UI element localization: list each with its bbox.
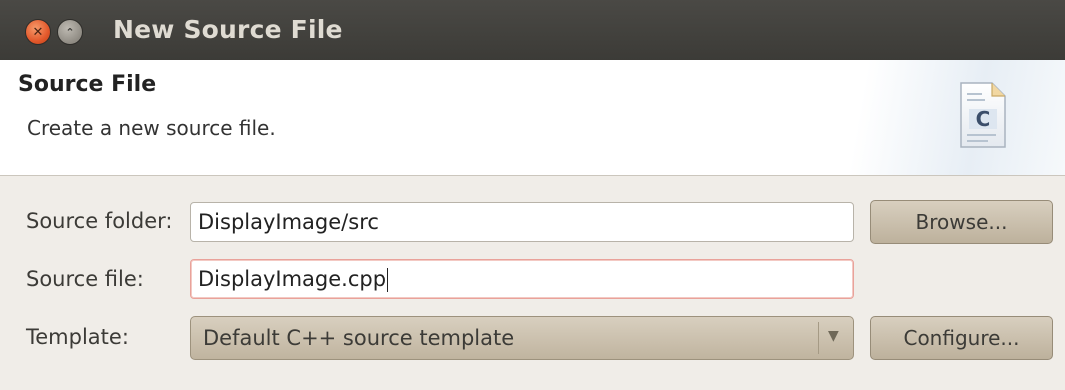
dropdown-arrow-icon[interactable]: ▼ (828, 328, 839, 344)
source-folder-input[interactable]: DisplayImage/src (190, 202, 854, 242)
title-bar: ✕ ⌃ New Source File (0, 0, 1065, 60)
close-icon: ✕ (32, 24, 44, 40)
dropdown-divider (818, 322, 819, 354)
source-file-value: DisplayImage.cpp (198, 267, 387, 291)
template-label: Template: (26, 325, 129, 349)
wizard-banner: Source File Create a new source file. C (0, 60, 1065, 175)
window-title: New Source File (113, 15, 343, 44)
template-dropdown[interactable]: Default C++ source template ▼ (190, 316, 854, 360)
configure-button-label: Configure... (903, 326, 1020, 350)
source-folder-value: DisplayImage/src (198, 210, 379, 234)
text-caret (387, 268, 389, 292)
source-file-label: Source file: (26, 267, 144, 291)
browse-button[interactable]: Browse... (870, 200, 1053, 244)
c-source-file-icon: C (960, 82, 1006, 148)
browse-button-label: Browse... (915, 210, 1008, 234)
page-title: Source File (18, 72, 157, 97)
banner-separator (0, 175, 1065, 176)
configure-button[interactable]: Configure... (870, 316, 1053, 360)
maximize-window-button[interactable]: ⌃ (57, 19, 83, 45)
close-window-button[interactable]: ✕ (25, 19, 51, 45)
c-letter: C (976, 107, 991, 131)
maximize-icon: ⌃ (65, 25, 75, 39)
template-selected-value: Default C++ source template (203, 326, 515, 350)
source-folder-label: Source folder: (26, 209, 173, 233)
page-description: Create a new source file. (27, 116, 276, 140)
source-file-input[interactable]: DisplayImage.cpp (190, 259, 854, 299)
